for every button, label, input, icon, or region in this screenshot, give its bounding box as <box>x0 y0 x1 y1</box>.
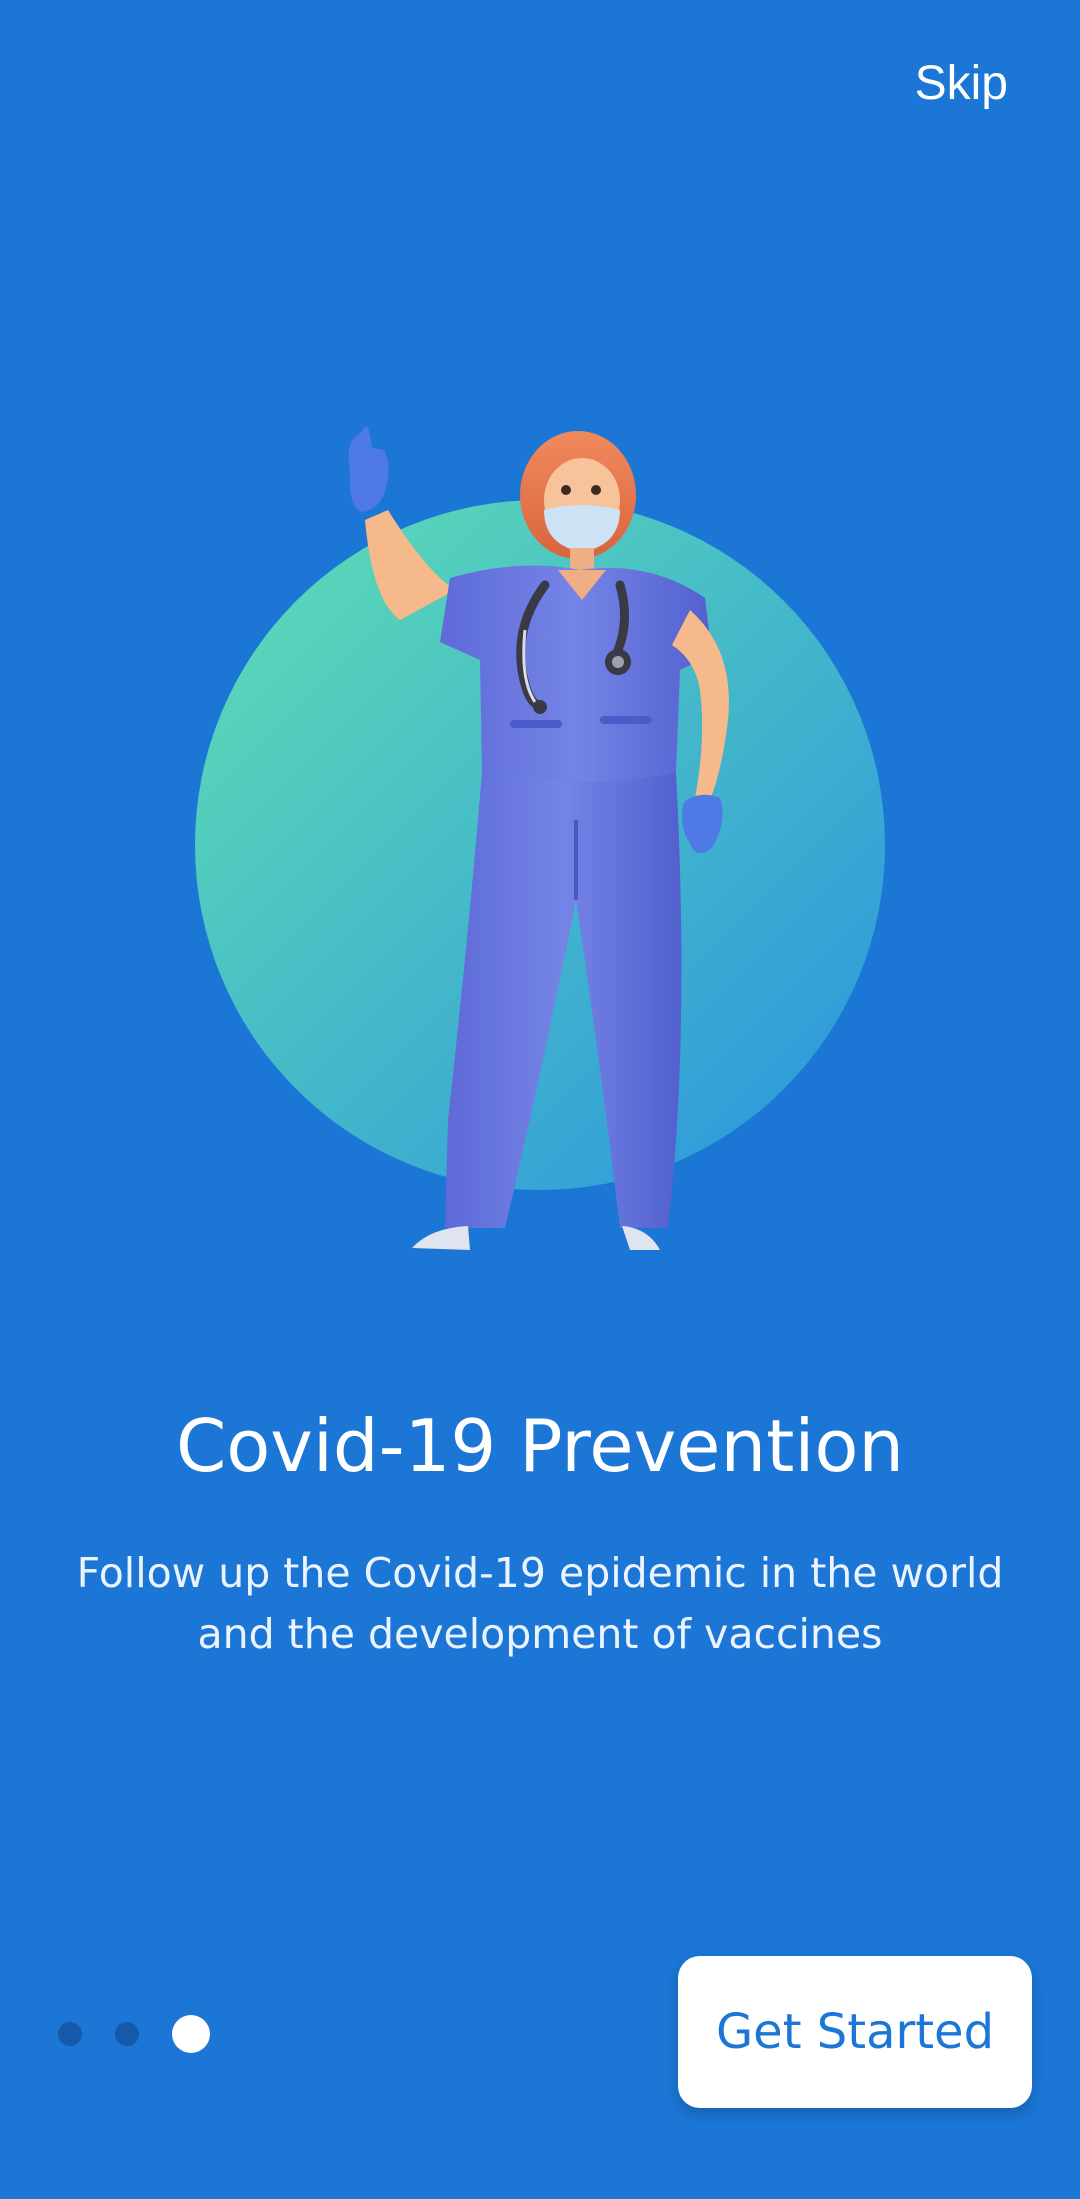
get-started-button[interactable]: Get Started <box>678 1956 1032 2108</box>
page-dot-3-active[interactable] <box>172 2015 210 2053</box>
page-indicator <box>58 2014 210 2054</box>
right-shoe <box>622 1226 660 1250</box>
onboarding-screen: Skip Covid-19 Prevention Follow up the C… <box>0 0 1080 2199</box>
nurse-illustration <box>195 426 885 1250</box>
page-dot-2[interactable] <box>115 2022 139 2046</box>
page-subtitle: Follow up the Covid-19 epidemic in the w… <box>76 1549 1004 1658</box>
page-title: Covid-19 Prevention <box>175 1404 905 1488</box>
left-shoe <box>412 1226 470 1250</box>
raised-glove-icon <box>348 426 389 512</box>
skip-button[interactable]: Skip <box>915 52 1008 116</box>
hero-illustration <box>0 420 1080 1280</box>
page-dot-1[interactable] <box>58 2022 82 2046</box>
